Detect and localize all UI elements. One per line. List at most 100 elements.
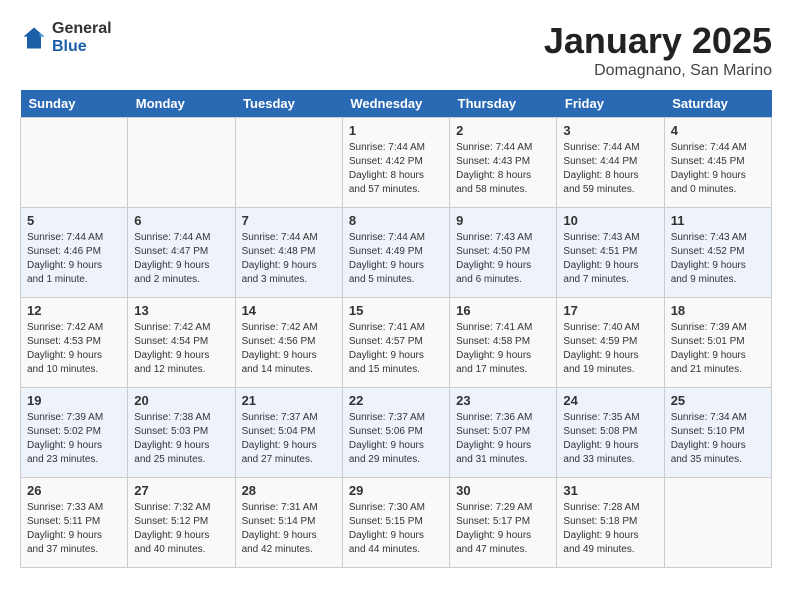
calendar-day-cell: 20 Sunrise: 7:38 AMSunset: 5:03 PMDayligh…: [128, 388, 235, 478]
calendar-day-cell: 12Sunrise: 7:42 AMSunset: 4:53 PMDayligh…: [21, 298, 128, 388]
day-info: Sunrise: 7:44 AMSunset: 4:49 PMDaylight:…: [349, 231, 443, 287]
day-number: 18: [671, 303, 765, 318]
day-of-week-header: Saturday: [664, 90, 771, 118]
calendar-day-cell: 6Sunrise: 7:44 AMSunset: 4:47 PMDaylight…: [128, 208, 235, 298]
calendar-day-cell: 2 Sunrise: 7:44 AMSunset: 4:43 PMDaylight…: [450, 118, 557, 208]
calendar-header-row: SundayMondayTuesdayWednesdayThursdayFrid…: [21, 90, 772, 118]
day-info: Sunrise: 7:30 AMSunset: 5:15 PMDaylight:…: [349, 501, 443, 557]
calendar-day-cell: 24 Sunrise: 7:35 AMSunset: 5:08 PMDayligh…: [557, 388, 664, 478]
calendar-day-cell: 3Sunrise: 7:44 AMSunset: 4:44 PMDaylight…: [557, 118, 664, 208]
calendar-day-cell: 18Sunrise: 7:39 AMSunset: 5:01 PMDayligh…: [664, 298, 771, 388]
calendar-day-cell: 17 Sunrise: 7:40 AMSunset: 4:59 PMDayligh…: [557, 298, 664, 388]
calendar-day-cell: 23Sunrise: 7:36 AMSunset: 5:07 PMDayligh…: [450, 388, 557, 478]
calendar-day-cell: 9Sunrise: 7:43 AMSunset: 4:50 PMDaylight…: [450, 208, 557, 298]
day-info: Sunrise: 7:41 AMSunset: 4:57 PMDaylight:…: [349, 321, 443, 377]
calendar-day-cell: 4 Sunrise: 7:44 AMSunset: 4:45 PMDaylight…: [664, 118, 771, 208]
calendar-week-row: 26 Sunrise: 7:33 AMSunset: 5:11 PMDayligh…: [21, 478, 772, 568]
calendar-day-cell: 16Sunrise: 7:41 AMSunset: 4:58 PMDayligh…: [450, 298, 557, 388]
day-number: 30: [456, 483, 550, 498]
calendar-day-cell: 25 Sunrise: 7:34 AMSunset: 5:10 PMDayligh…: [664, 388, 771, 478]
calendar-day-cell: 28 Sunrise: 7:31 AMSunset: 5:14 PMDayligh…: [235, 478, 342, 568]
day-info: Sunrise: 7:44 AMSunset: 4:45 PMDaylight:…: [671, 141, 765, 197]
day-number: 17: [563, 303, 657, 318]
day-info: Sunrise: 7:37 AMSunset: 5:04 PMDaylight:…: [242, 411, 336, 467]
day-info: Sunrise: 7:44 AMSunset: 4:48 PMDaylight:…: [242, 231, 336, 287]
calendar-day-cell: [21, 118, 128, 208]
logo-blue: Blue: [52, 38, 87, 55]
day-number: 24: [563, 393, 657, 408]
day-info: Sunrise: 7:44 AMSunset: 4:44 PMDaylight:…: [563, 141, 657, 197]
calendar-day-cell: 13 Sunrise: 7:42 AMSunset: 4:54 PMDayligh…: [128, 298, 235, 388]
day-number: 6: [134, 213, 228, 228]
calendar-day-cell: [664, 478, 771, 568]
day-info: Sunrise: 7:31 AMSunset: 5:14 PMDaylight:…: [242, 501, 336, 557]
calendar-title: January 2025: [544, 20, 772, 62]
calendar-table: SundayMondayTuesdayWednesdayThursdayFrid…: [20, 90, 772, 568]
calendar-day-cell: 21 Sunrise: 7:37 AMSunset: 5:04 PMDayligh…: [235, 388, 342, 478]
day-info: Sunrise: 7:35 AMSunset: 5:08 PMDaylight:…: [563, 411, 657, 467]
calendar-day-cell: [235, 118, 342, 208]
day-number: 27: [134, 483, 228, 498]
day-number: 31: [563, 483, 657, 498]
day-number: 11: [671, 213, 765, 228]
day-info: Sunrise: 7:42 AMSunset: 4:54 PMDaylight:…: [134, 321, 228, 377]
day-number: 26: [27, 483, 121, 498]
page-header: General Blue January 2025 Domagnano, San…: [20, 20, 772, 80]
calendar-day-cell: 11Sunrise: 7:43 AMSunset: 4:52 PMDayligh…: [664, 208, 771, 298]
day-info: Sunrise: 7:33 AMSunset: 5:11 PMDaylight:…: [27, 501, 121, 557]
calendar-day-cell: 5Sunrise: 7:44 AMSunset: 4:46 PMDaylight…: [21, 208, 128, 298]
calendar-day-cell: 31 Sunrise: 7:28 AMSunset: 5:18 PMDayligh…: [557, 478, 664, 568]
day-of-week-header: Thursday: [450, 90, 557, 118]
day-number: 13: [134, 303, 228, 318]
day-info: Sunrise: 7:43 AMSunset: 4:50 PMDaylight:…: [456, 231, 550, 287]
calendar-day-cell: 29Sunrise: 7:30 AMSunset: 5:15 PMDayligh…: [342, 478, 449, 568]
calendar-day-cell: [128, 118, 235, 208]
calendar-day-cell: 26 Sunrise: 7:33 AMSunset: 5:11 PMDayligh…: [21, 478, 128, 568]
calendar-day-cell: 10 Sunrise: 7:43 AMSunset: 4:51 PMDayligh…: [557, 208, 664, 298]
day-info: Sunrise: 7:29 AMSunset: 5:17 PMDaylight:…: [456, 501, 550, 557]
day-info: Sunrise: 7:44 AMSunset: 4:43 PMDaylight:…: [456, 141, 550, 197]
day-number: 1: [349, 123, 443, 138]
day-number: 21: [242, 393, 336, 408]
day-info: Sunrise: 7:34 AMSunset: 5:10 PMDaylight:…: [671, 411, 765, 467]
day-number: 12: [27, 303, 121, 318]
calendar-day-cell: 22 Sunrise: 7:37 AMSunset: 5:06 PMDayligh…: [342, 388, 449, 478]
day-info: Sunrise: 7:37 AMSunset: 5:06 PMDaylight:…: [349, 411, 443, 467]
day-of-week-header: Friday: [557, 90, 664, 118]
day-number: 5: [27, 213, 121, 228]
logo-general: General: [52, 20, 112, 37]
day-number: 7: [242, 213, 336, 228]
day-number: 28: [242, 483, 336, 498]
day-number: 22: [349, 393, 443, 408]
calendar-week-row: 12Sunrise: 7:42 AMSunset: 4:53 PMDayligh…: [21, 298, 772, 388]
day-info: Sunrise: 7:38 AMSunset: 5:03 PMDaylight:…: [134, 411, 228, 467]
day-info: Sunrise: 7:39 AMSunset: 5:02 PMDaylight:…: [27, 411, 121, 467]
day-info: Sunrise: 7:42 AMSunset: 4:56 PMDaylight:…: [242, 321, 336, 377]
calendar-day-cell: 7 Sunrise: 7:44 AMSunset: 4:48 PMDaylight…: [235, 208, 342, 298]
day-number: 20: [134, 393, 228, 408]
calendar-week-row: 5Sunrise: 7:44 AMSunset: 4:46 PMDaylight…: [21, 208, 772, 298]
day-number: 14: [242, 303, 336, 318]
day-number: 25: [671, 393, 765, 408]
calendar-day-cell: 8 Sunrise: 7:44 AMSunset: 4:49 PMDaylight…: [342, 208, 449, 298]
day-info: Sunrise: 7:32 AMSunset: 5:12 PMDaylight:…: [134, 501, 228, 557]
day-number: 16: [456, 303, 550, 318]
day-number: 23: [456, 393, 550, 408]
day-number: 10: [563, 213, 657, 228]
calendar-week-row: 1 Sunrise: 7:44 AMSunset: 4:42 PMDaylight…: [21, 118, 772, 208]
calendar-day-cell: 15Sunrise: 7:41 AMSunset: 4:57 PMDayligh…: [342, 298, 449, 388]
calendar-day-cell: 1 Sunrise: 7:44 AMSunset: 4:42 PMDaylight…: [342, 118, 449, 208]
logo: General Blue: [20, 20, 112, 56]
calendar-day-cell: 19Sunrise: 7:39 AMSunset: 5:02 PMDayligh…: [21, 388, 128, 478]
day-number: 8: [349, 213, 443, 228]
calendar-day-cell: 14 Sunrise: 7:42 AMSunset: 4:56 PMDayligh…: [235, 298, 342, 388]
day-info: Sunrise: 7:28 AMSunset: 5:18 PMDaylight:…: [563, 501, 657, 557]
day-number: 2: [456, 123, 550, 138]
title-block: January 2025 Domagnano, San Marino: [544, 20, 772, 80]
day-info: Sunrise: 7:43 AMSunset: 4:51 PMDaylight:…: [563, 231, 657, 287]
calendar-week-row: 19Sunrise: 7:39 AMSunset: 5:02 PMDayligh…: [21, 388, 772, 478]
day-info: Sunrise: 7:44 AMSunset: 4:42 PMDaylight:…: [349, 141, 443, 197]
day-info: Sunrise: 7:40 AMSunset: 4:59 PMDaylight:…: [563, 321, 657, 377]
day-number: 4: [671, 123, 765, 138]
calendar-subtitle: Domagnano, San Marino: [544, 62, 772, 80]
